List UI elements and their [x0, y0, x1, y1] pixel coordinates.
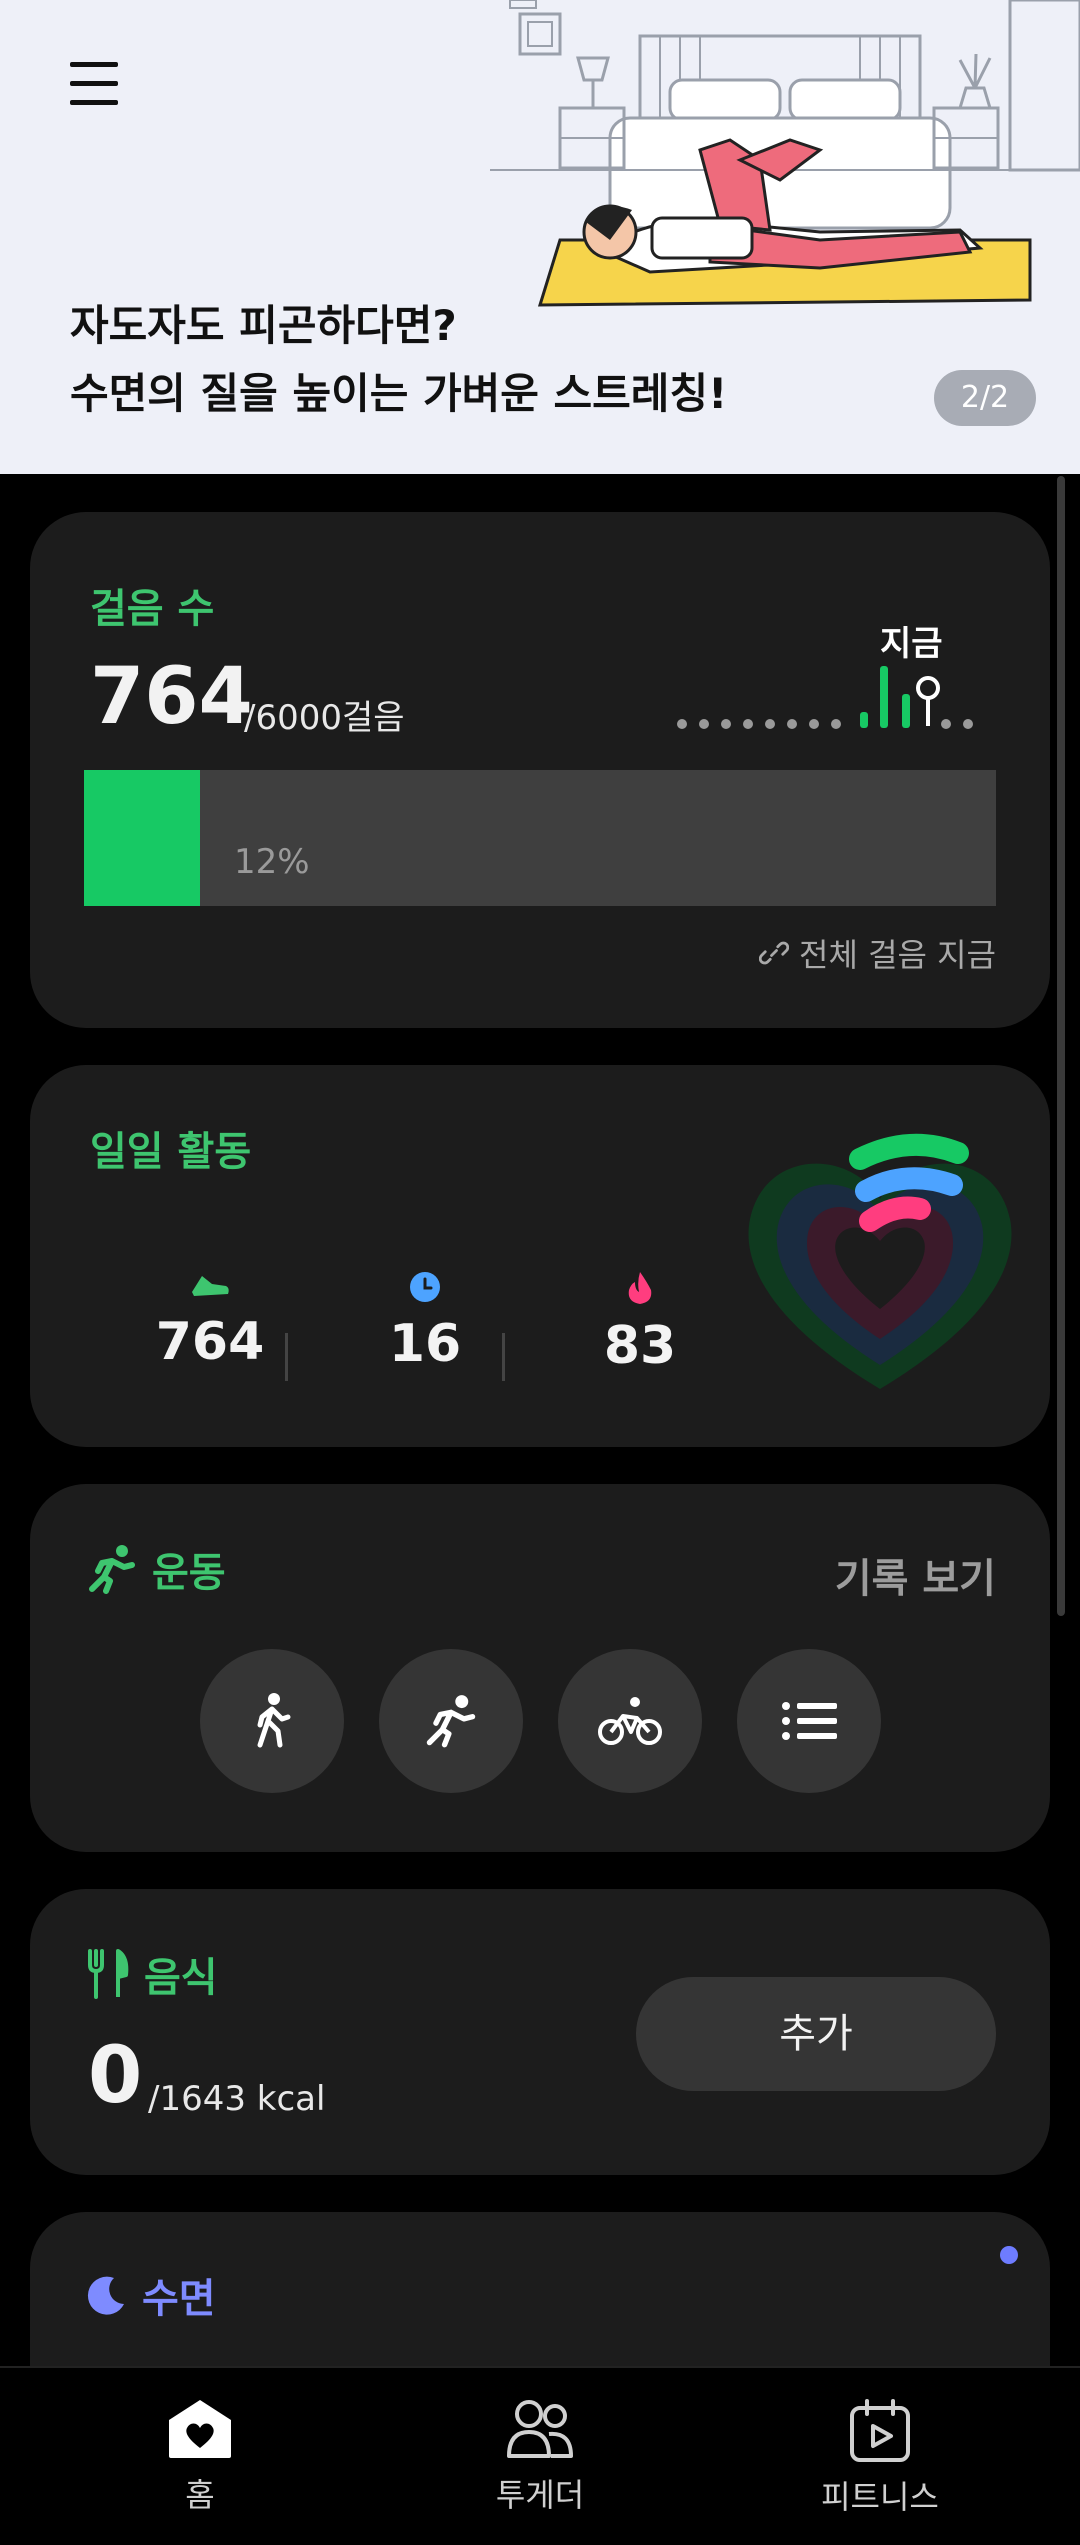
nav-home-label: 홈: [185, 2476, 215, 2514]
food-title: 음식: [86, 1945, 218, 2003]
more-exercises-button[interactable]: [737, 1649, 881, 1793]
view-records-link[interactable]: 기록 보기: [835, 1546, 996, 1604]
daily-steps-value: 764: [155, 1312, 265, 1372]
daily-minutes-value: 16: [388, 1314, 462, 1374]
stretching-illustration: [490, 0, 1080, 307]
exercise-title: 운동: [86, 1540, 226, 1598]
promo-banner[interactable]: 자도자도 피곤하다면? 수면의 질을 높이는 가벼운 스트레칭! 2/2: [0, 0, 1080, 474]
banner-title-line2: 수면의 질을 높이는 가벼운 스트레칭!: [70, 369, 728, 418]
notification-dot: [1000, 2246, 1018, 2264]
home-heart-icon: [169, 2400, 231, 2458]
now-label: 지금: [880, 624, 943, 664]
list-icon: [782, 1702, 837, 1740]
exercise-title-label: 운동: [152, 1550, 226, 1596]
banner-page-indicator: 2/2: [934, 370, 1036, 426]
daily-minutes-stat: 16: [335, 1270, 515, 1374]
add-food-button[interactable]: 추가: [636, 1977, 996, 2091]
fitness-calendar-play-icon: [850, 2399, 910, 2462]
cycling-button[interactable]: [558, 1649, 702, 1793]
daily-calories-value: 83: [603, 1316, 677, 1376]
sleep-title: 수면: [86, 2266, 216, 2324]
steps-card[interactable]: 걸음 수 764 /6000걸음 지금 12% 전체 걸음 지금: [30, 512, 1050, 1028]
banner-title-line1: 자도자도 피곤하다면?: [70, 301, 457, 350]
clock-icon: [410, 1272, 440, 1302]
sleep-title-label: 수면: [142, 2276, 216, 2322]
flame-icon: [628, 1272, 652, 1304]
steps-detail-link-label: 전체 걸음 지금: [799, 936, 996, 974]
food-title-label: 음식: [144, 1955, 218, 2001]
link-icon: [759, 941, 790, 965]
nav-together-label: 투게더: [495, 2476, 585, 2514]
banner-title: 자도자도 피곤하다면? 수면의 질을 높이는 가벼운 스트레칭!: [70, 292, 727, 428]
daily-activity-card[interactable]: 일일 활동 764 16 83: [30, 1065, 1050, 1447]
bottom-navigation: 홈 투게더 피트니스: [0, 2366, 1080, 2545]
steps-value: 764: [90, 652, 253, 742]
fork-knife-icon: [88, 1949, 129, 1999]
steps-progress-percent: 12%: [234, 842, 310, 882]
running-icon: [426, 1695, 476, 1748]
steps-progress-fill: [84, 770, 200, 906]
nav-together[interactable]: 투게더: [440, 2398, 640, 2516]
daily-steps-stat: 764: [120, 1270, 300, 1372]
steps-detail-link[interactable]: 전체 걸음 지금: [759, 930, 996, 976]
scrollbar[interactable]: [1057, 476, 1065, 1616]
stat-divider: [502, 1333, 505, 1381]
daily-calories-stat: 83: [550, 1270, 730, 1376]
moon-icon: [87, 2276, 124, 2315]
steps-title: 걸음 수: [90, 586, 215, 632]
walking-button[interactable]: [200, 1649, 344, 1793]
daily-activity-title: 일일 활동: [90, 1129, 252, 1175]
shoe-icon: [192, 1276, 229, 1296]
running-icon: [89, 1545, 135, 1594]
exercise-card[interactable]: 운동 기록 보기: [30, 1484, 1050, 1852]
steps-goal: /6000걸음: [244, 698, 405, 738]
food-calories-goal: /1643 kcal: [148, 2079, 326, 2119]
hamburger-menu-icon[interactable]: [70, 62, 120, 106]
nav-fitness[interactable]: 피트니스: [780, 2398, 980, 2518]
food-calories-value: 0: [88, 2031, 143, 2121]
walking-icon: [257, 1693, 291, 1748]
nav-home[interactable]: 홈: [100, 2398, 300, 2516]
stat-divider: [285, 1333, 288, 1381]
nav-fitness-label: 피트니스: [821, 2478, 939, 2516]
food-card[interactable]: 음식 0 /1643 kcal 추가: [30, 1889, 1050, 2175]
running-button[interactable]: [379, 1649, 523, 1793]
steps-progress-bar: 12%: [84, 770, 996, 906]
activity-rings: [748, 1133, 1012, 1389]
cycling-icon: [598, 1697, 662, 1745]
people-icon: [507, 2400, 573, 2458]
